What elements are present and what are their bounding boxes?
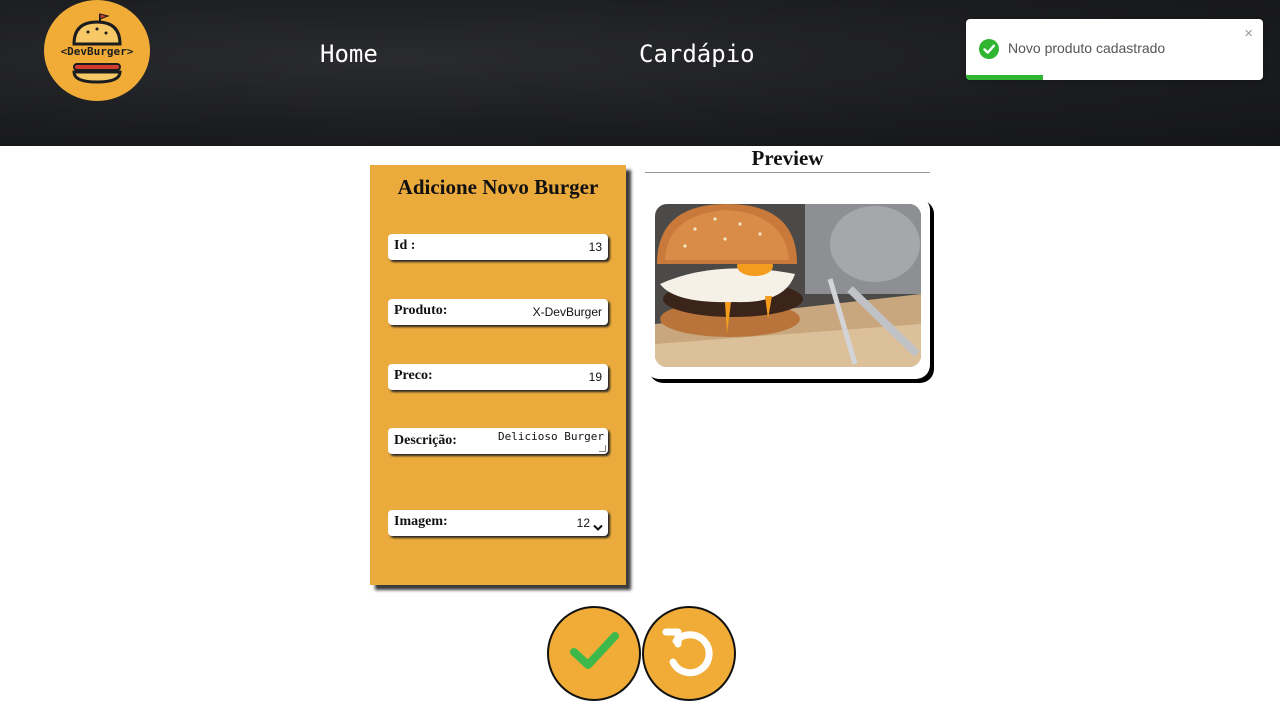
descricao-label: Descrição: — [394, 433, 457, 448]
form-title: Adicione Novo Burger — [397, 175, 599, 199]
devburger-logo[interactable]: <DevBurger> — [44, 0, 150, 101]
success-toast: Novo produto cadastrado × — [966, 19, 1263, 80]
toast-progress-bar — [966, 75, 1044, 80]
resize-handle-icon[interactable] — [599, 445, 606, 452]
check-icon — [570, 632, 619, 669]
produto-label: Produto: — [394, 303, 448, 318]
id-field[interactable]: Id : 13 — [388, 234, 608, 260]
imagem-field[interactable]: Imagem: 12 — [388, 510, 608, 536]
nav-home-link[interactable]: Home — [320, 40, 378, 68]
nav-cardapio-link[interactable]: Cardápio — [639, 40, 755, 68]
reset-button[interactable] — [642, 606, 736, 701]
imagem-select[interactable]: 12 — [577, 516, 590, 530]
preview-card — [645, 196, 930, 379]
preco-input[interactable]: 19 — [589, 370, 602, 384]
produto-input[interactable]: X-DevBurger — [533, 305, 602, 319]
success-check-icon — [979, 39, 999, 59]
toast-close-button[interactable]: × — [1244, 25, 1253, 42]
confirm-button[interactable] — [547, 606, 641, 701]
logo-text: <DevBurger> — [60, 45, 134, 58]
preview-title: Preview — [751, 146, 824, 170]
chevron-down-icon[interactable] — [593, 519, 603, 537]
reset-icon — [662, 628, 713, 677]
id-input[interactable]: 13 — [589, 240, 602, 254]
imagem-label: Imagem: — [394, 514, 448, 529]
add-burger-form: Adicione Novo Burger Id : 13 Produto: X-… — [370, 165, 626, 585]
burger-preview-image — [655, 204, 921, 367]
preview-divider — [645, 172, 930, 173]
id-label: Id : — [394, 238, 416, 253]
preco-label: Preco: — [394, 368, 433, 383]
toast-message: Novo produto cadastrado — [1008, 40, 1166, 56]
produto-field[interactable]: Produto: X-DevBurger — [388, 299, 608, 325]
descricao-textarea[interactable]: Delicioso Burger — [498, 430, 604, 443]
descricao-field[interactable]: Descrição: Delicioso Burger — [388, 428, 608, 454]
preco-field[interactable]: Preco: 19 — [388, 364, 608, 390]
